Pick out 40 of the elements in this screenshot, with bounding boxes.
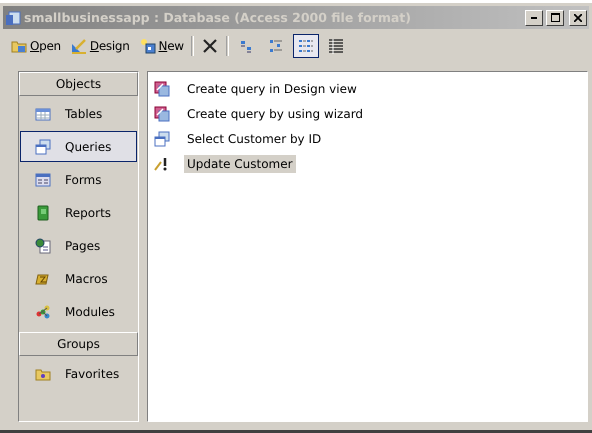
open-button[interactable]: Open bbox=[8, 36, 64, 56]
stacked-windows-icon bbox=[35, 138, 51, 154]
maximize-icon bbox=[550, 13, 560, 22]
minimize-icon bbox=[531, 16, 537, 18]
object-type-item[interactable]: Pages bbox=[20, 230, 137, 261]
query-item[interactable]: Update Customer bbox=[184, 155, 296, 173]
module-icon bbox=[35, 304, 51, 320]
list-view-icon bbox=[298, 38, 314, 54]
group-header[interactable]: Objects bbox=[19, 72, 138, 96]
object-type-item[interactable]: Queries bbox=[20, 131, 137, 162]
object-type-item[interactable]: Macros bbox=[20, 263, 137, 294]
new-sparkle-icon bbox=[140, 38, 156, 54]
stacked-windows-icon bbox=[154, 131, 170, 147]
details-view-icon bbox=[328, 38, 344, 54]
query-item[interactable]: Create query by using wizard bbox=[184, 105, 366, 123]
object-type-item[interactable]: Forms bbox=[20, 164, 137, 195]
group-header[interactable]: Groups bbox=[19, 332, 138, 356]
close-button[interactable] bbox=[569, 10, 587, 26]
delete-icon bbox=[200, 37, 219, 55]
report-book-icon bbox=[35, 204, 51, 220]
query-item[interactable]: Select Customer by ID bbox=[184, 130, 324, 148]
form-icon bbox=[35, 172, 51, 188]
maximize-button[interactable] bbox=[546, 10, 564, 26]
ruler-pencil-icon bbox=[70, 38, 87, 54]
globe-page-icon bbox=[35, 238, 51, 254]
design-wand-icon bbox=[154, 81, 170, 97]
object-type-item[interactable]: Modules bbox=[20, 296, 137, 327]
object-type-item[interactable]: Tables bbox=[20, 98, 137, 129]
object-type-item[interactable]: Reports bbox=[20, 197, 137, 228]
design-wand-icon bbox=[154, 106, 170, 122]
design-button[interactable]: Design bbox=[68, 36, 133, 56]
new-button[interactable]: New bbox=[136, 36, 187, 56]
list-view-button[interactable] bbox=[292, 34, 319, 58]
close-icon bbox=[574, 14, 582, 22]
object-type-item[interactable]: Favorites bbox=[20, 358, 137, 389]
small-icons-view-icon bbox=[268, 38, 284, 54]
table-icon bbox=[35, 106, 51, 122]
query-item[interactable]: Create query in Design view bbox=[184, 80, 360, 98]
minimize-button[interactable] bbox=[525, 10, 543, 26]
database-window-icon bbox=[5, 10, 21, 26]
